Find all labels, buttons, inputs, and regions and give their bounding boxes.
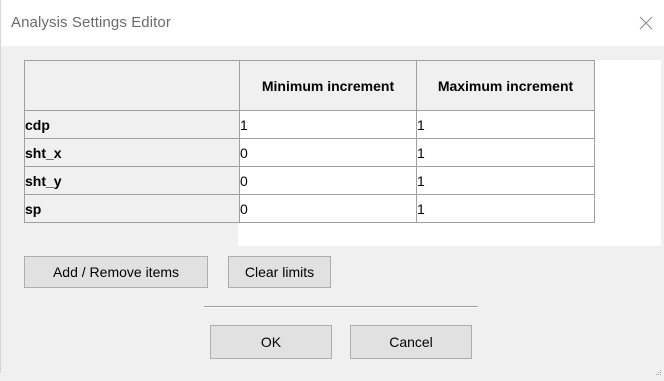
row-header-sht-x[interactable]: sht_x bbox=[24, 138, 240, 167]
maximum-increment-cell[interactable]: 1 bbox=[416, 138, 595, 167]
minimum-increment-cell[interactable]: 0 bbox=[239, 166, 417, 195]
divider bbox=[204, 306, 478, 308]
column-header-maximum-increment[interactable]: Maximum increment bbox=[416, 60, 595, 111]
clear-limits-button[interactable]: Clear limits bbox=[228, 256, 331, 288]
table-row: sp 0 1 bbox=[24, 194, 595, 223]
maximum-increment-cell[interactable]: 1 bbox=[416, 194, 595, 223]
column-header-minimum-increment[interactable]: Minimum increment bbox=[239, 60, 417, 111]
table-header-row: Minimum increment Maximum increment bbox=[24, 60, 595, 111]
maximum-increment-cell[interactable]: 1 bbox=[416, 166, 595, 195]
table-row: sht_y 0 1 bbox=[24, 166, 595, 195]
minimum-increment-cell[interactable]: 1 bbox=[239, 110, 417, 139]
cancel-button[interactable]: Cancel bbox=[350, 325, 472, 359]
analysis-settings-dialog: Analysis Settings Editor Minimum increme… bbox=[0, 0, 664, 375]
row-header-cdp[interactable]: cdp bbox=[24, 110, 240, 139]
close-button[interactable] bbox=[631, 8, 661, 38]
corner-header[interactable] bbox=[24, 60, 240, 111]
ok-button[interactable]: OK bbox=[210, 325, 332, 359]
resize-grip-icon[interactable] bbox=[654, 363, 662, 375]
table-row: sht_x 0 1 bbox=[24, 138, 595, 167]
maximum-increment-cell[interactable]: 1 bbox=[416, 110, 595, 139]
close-icon bbox=[639, 16, 653, 30]
title-bar[interactable]: Analysis Settings Editor bbox=[1, 0, 664, 46]
add-remove-items-button[interactable]: Add / Remove items bbox=[24, 256, 208, 288]
table-row: cdp 1 1 bbox=[24, 110, 595, 139]
row-header-sp[interactable]: sp bbox=[24, 194, 240, 223]
row-header-sht-y[interactable]: sht_y bbox=[24, 166, 240, 195]
minimum-increment-cell[interactable]: 0 bbox=[239, 194, 417, 223]
minimum-increment-cell[interactable]: 0 bbox=[239, 138, 417, 167]
limits-table: Minimum increment Maximum increment cdp … bbox=[24, 60, 595, 223]
limits-grid: Minimum increment Maximum increment cdp … bbox=[24, 60, 661, 246]
window-title: Analysis Settings Editor bbox=[11, 14, 171, 31]
